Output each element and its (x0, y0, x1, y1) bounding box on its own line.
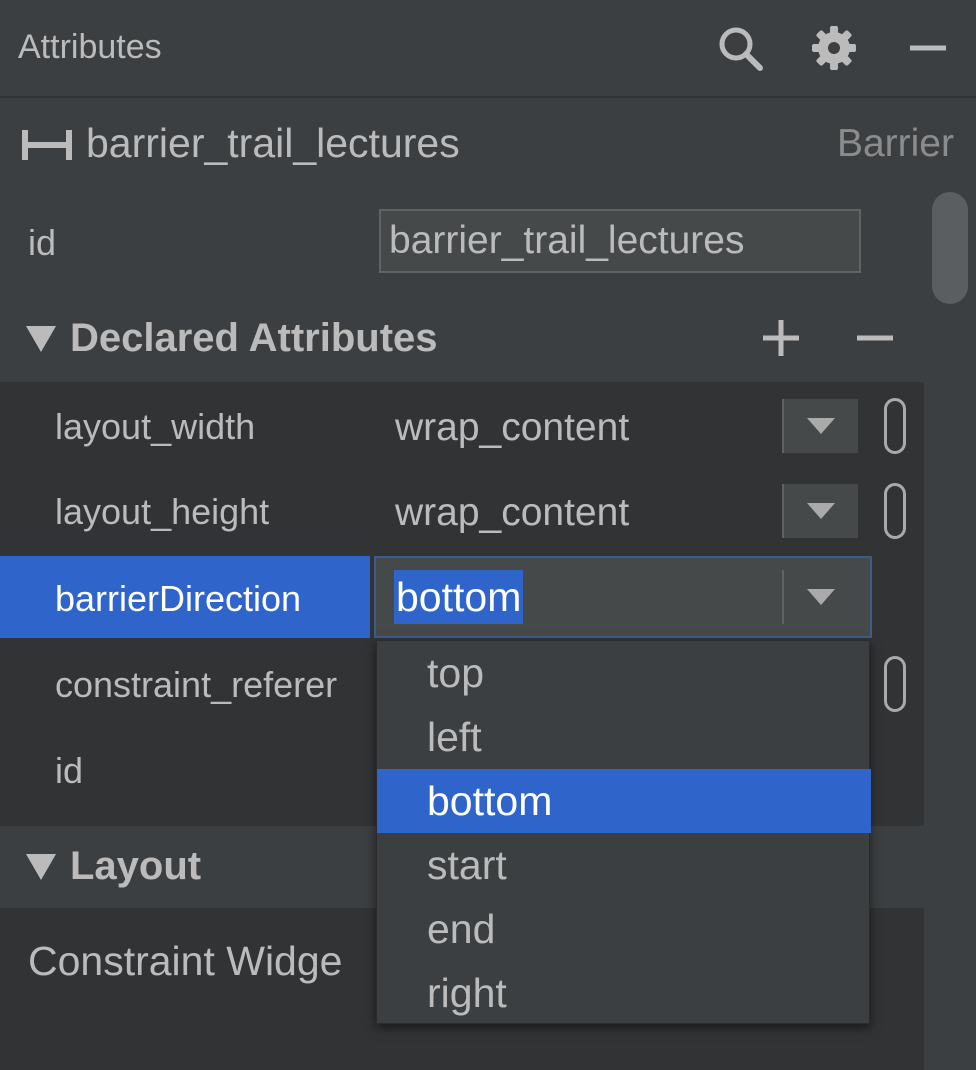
id-label: id (28, 222, 57, 263)
gear-icon[interactable] (806, 22, 862, 74)
minimize-icon[interactable] (900, 22, 956, 74)
chevron-down-icon[interactable] (782, 484, 858, 538)
component-type: Barrier (836, 122, 954, 165)
dropdown-option-top[interactable]: top (377, 641, 871, 705)
constraint-widget-label: Constraint Widge (28, 938, 343, 984)
attr-name-layout-width: layout_width (55, 406, 256, 447)
chevron-down-icon[interactable] (782, 399, 858, 453)
component-name: barrier_trail_lectures (86, 120, 460, 166)
scrollbar-thumb[interactable] (932, 192, 968, 304)
attr-value-layout-height[interactable]: wrap_content (395, 491, 629, 535)
chevron-down-icon[interactable] (782, 570, 858, 624)
attr-name-barrier-direction: barrierDirection (55, 578, 302, 619)
dropdown-option-left[interactable]: left (377, 705, 871, 769)
id-input[interactable] (379, 209, 861, 273)
reference-toggle-icon[interactable] (884, 483, 906, 539)
search-icon[interactable] (712, 22, 768, 74)
collapse-triangle-icon[interactable] (26, 854, 56, 885)
dropdown-option-end[interactable]: end (377, 897, 871, 961)
plus-icon[interactable] (752, 312, 810, 364)
panel-title: Attributes (18, 28, 162, 66)
layout-title: Layout (70, 844, 202, 888)
collapse-triangle-icon[interactable] (26, 326, 56, 357)
attr-value-layout-width[interactable]: wrap_content (395, 406, 629, 450)
minus-icon[interactable] (846, 312, 904, 364)
attr-name-id: id (55, 750, 84, 791)
dropdown-option-start[interactable]: start (377, 833, 871, 897)
dropdown-option-right[interactable]: right (377, 961, 871, 1025)
attr-name-constraint-referenced: constraint_referer (55, 664, 338, 705)
reference-toggle-icon[interactable] (884, 656, 906, 712)
scrollbar-track[interactable] (924, 184, 976, 1070)
dropdown-option-bottom[interactable]: bottom (377, 769, 871, 833)
barrier-icon (22, 130, 72, 165)
barrier-direction-dropdown: top left bottom start end right (376, 640, 871, 1025)
attr-name-layout-height: layout_height (55, 491, 270, 532)
barrier-direction-value[interactable]: bottom (394, 570, 524, 624)
declared-attributes-title: Declared Attributes (70, 316, 438, 360)
reference-toggle-icon[interactable] (884, 398, 906, 454)
